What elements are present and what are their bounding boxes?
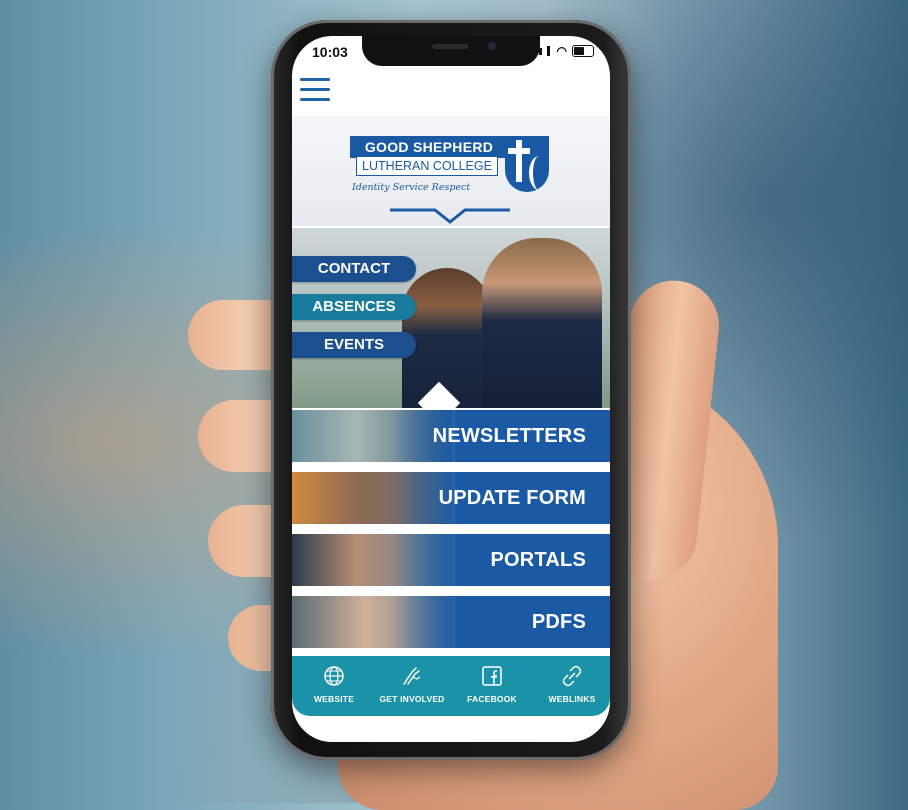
signal-icon xyxy=(546,46,550,56)
bottom-nav-bar: WEBSITE GET INVOLVED FACEBOOK WEBLINKS xyxy=(292,656,610,716)
newsletters-button[interactable]: NEWSLETTERS xyxy=(292,410,610,462)
logo-tagline: Identity Service Respect xyxy=(352,182,471,193)
status-time: 10:03 xyxy=(312,44,348,60)
get-involved-nav[interactable]: GET INVOLVED xyxy=(376,664,448,704)
nav-label: WEBLINKS xyxy=(548,694,596,704)
status-icons: ◠ xyxy=(530,44,594,58)
nav-label: FACEBOOK xyxy=(467,694,517,704)
row-label: UPDATE FORM xyxy=(438,487,586,509)
nav-label: WEBSITE xyxy=(313,694,355,704)
update-form-button[interactable]: UPDATE FORM xyxy=(292,472,610,524)
events-button[interactable]: EVENTS xyxy=(292,332,416,358)
facebook-nav[interactable]: FACEBOOK xyxy=(456,664,528,704)
absences-button[interactable]: ABSENCES xyxy=(292,294,416,320)
speaker xyxy=(432,44,468,49)
notch xyxy=(362,36,540,66)
student-photo xyxy=(402,268,492,408)
nav-label: GET INVOLVED xyxy=(379,694,445,704)
chevron-divider-icon xyxy=(390,208,510,224)
signal-icon xyxy=(530,49,534,53)
globe-icon xyxy=(324,666,344,686)
link-icon xyxy=(562,665,582,687)
hero-image: CONTACT ABSENCES EVENTS xyxy=(292,228,610,408)
pdfs-button[interactable]: PDFS xyxy=(292,596,610,648)
student-photo xyxy=(482,238,602,408)
contact-button[interactable]: CONTACT xyxy=(292,256,416,282)
signal-icon xyxy=(538,47,542,55)
facebook-icon xyxy=(482,666,502,686)
hands-icon xyxy=(403,667,421,685)
battery-icon xyxy=(572,45,594,57)
logo-line1: GOOD SHEPHERD xyxy=(350,136,508,158)
hamburger-menu-icon[interactable] xyxy=(300,78,330,102)
camera xyxy=(488,42,496,50)
website-nav[interactable]: WEBSITE xyxy=(298,664,370,704)
portals-button[interactable]: PORTALS xyxy=(292,534,610,586)
row-label: NEWSLETTERS xyxy=(432,425,586,447)
weblinks-nav[interactable]: WEBLINKS xyxy=(536,664,608,704)
row-label: PORTALS xyxy=(490,549,586,571)
row-label: PDFS xyxy=(531,611,586,633)
phone-screen: 10:03 ◠ GOOD SHEPHERD LUTHERAN COLLEGE I… xyxy=(292,36,610,742)
wifi-icon: ◠ xyxy=(556,44,567,58)
shield-icon xyxy=(505,136,549,192)
logo-line2: LUTHERAN COLLEGE xyxy=(356,156,498,176)
